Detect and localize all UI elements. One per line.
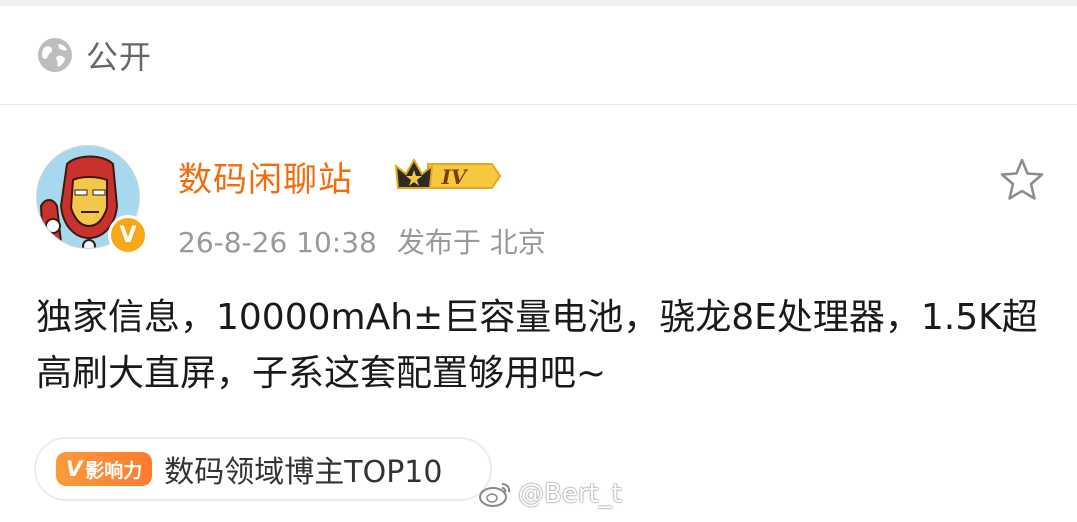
divider [0,104,1077,105]
globe-icon [38,38,72,72]
influence-tag[interactable]: V 影响力 数码领域博主TOP10 [34,437,492,501]
influence-badge-label: 影响力 [85,459,143,482]
favorite-star-icon[interactable] [998,156,1046,204]
level-badge-label: IV [441,165,469,189]
weibo-logo-icon [479,483,511,507]
crown-level-icon[interactable]: IV [392,156,502,196]
timestamp: 26-8-26 10:38 [178,226,377,259]
influence-badge: V 影响力 [56,452,153,486]
verified-badge-label: V [119,222,137,248]
visibility-label: 公开 [86,38,153,76]
watermark: @Bert_t [478,476,622,512]
author-name[interactable]: 数码闲聊站 [178,152,353,201]
top-strip [0,0,1077,6]
post-location: 发布于 北京 [396,226,546,259]
post-content: 独家信息，10000mAh±巨容量电池，骁龙8E处理器，1.5K超高刷大直屏，子… [36,297,1038,394]
verified-badge: V [108,215,148,255]
watermark-text: @Bert_t [518,479,622,509]
influence-tag-label: 数码领域博主TOP10 [164,455,443,490]
visibility-setting[interactable]: 公开 [36,34,152,76]
influence-badge-v: V [66,457,83,481]
avatar[interactable]: V [36,145,148,255]
post-meta: 26-8-26 10:38 发布于 北京 [178,221,546,261]
